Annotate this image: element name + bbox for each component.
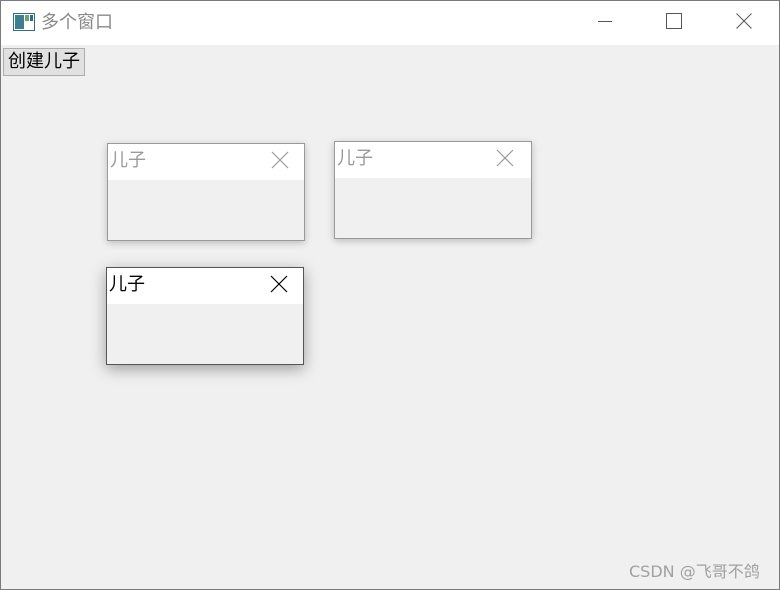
- child-title-bar[interactable]: 儿子: [335, 142, 531, 178]
- main-window: 多个窗口 创建儿子 儿子 儿子 儿子 CSDN @飞哥不鸽: [0, 0, 780, 590]
- child-close-button[interactable]: [489, 146, 521, 174]
- child-window-title: 儿子: [110, 150, 146, 171]
- close-icon: [496, 149, 514, 171]
- maximize-button[interactable]: [645, 1, 703, 45]
- child-window[interactable]: 儿子: [334, 141, 532, 239]
- title-bar[interactable]: 多个窗口: [1, 1, 779, 45]
- child-close-button[interactable]: [264, 148, 296, 176]
- child-window-title: 儿子: [109, 274, 145, 295]
- close-button[interactable]: [715, 1, 773, 45]
- create-child-button[interactable]: 创建儿子: [3, 48, 85, 76]
- child-title-bar[interactable]: 儿子: [107, 268, 303, 304]
- maximize-icon: [666, 13, 682, 33]
- child-window-active[interactable]: 儿子: [106, 267, 304, 365]
- close-icon: [270, 275, 288, 297]
- window-title: 多个窗口: [41, 12, 113, 33]
- child-close-button[interactable]: [263, 272, 295, 300]
- child-window[interactable]: 儿子: [107, 143, 305, 241]
- close-icon: [271, 151, 289, 173]
- minimize-button[interactable]: [576, 1, 634, 45]
- child-window-title: 儿子: [337, 148, 373, 169]
- close-icon: [736, 13, 752, 33]
- app-window-icon: [13, 13, 35, 31]
- watermark: CSDN @飞哥不鸽: [629, 562, 760, 581]
- minimize-icon: [597, 13, 613, 33]
- child-title-bar[interactable]: 儿子: [108, 144, 304, 180]
